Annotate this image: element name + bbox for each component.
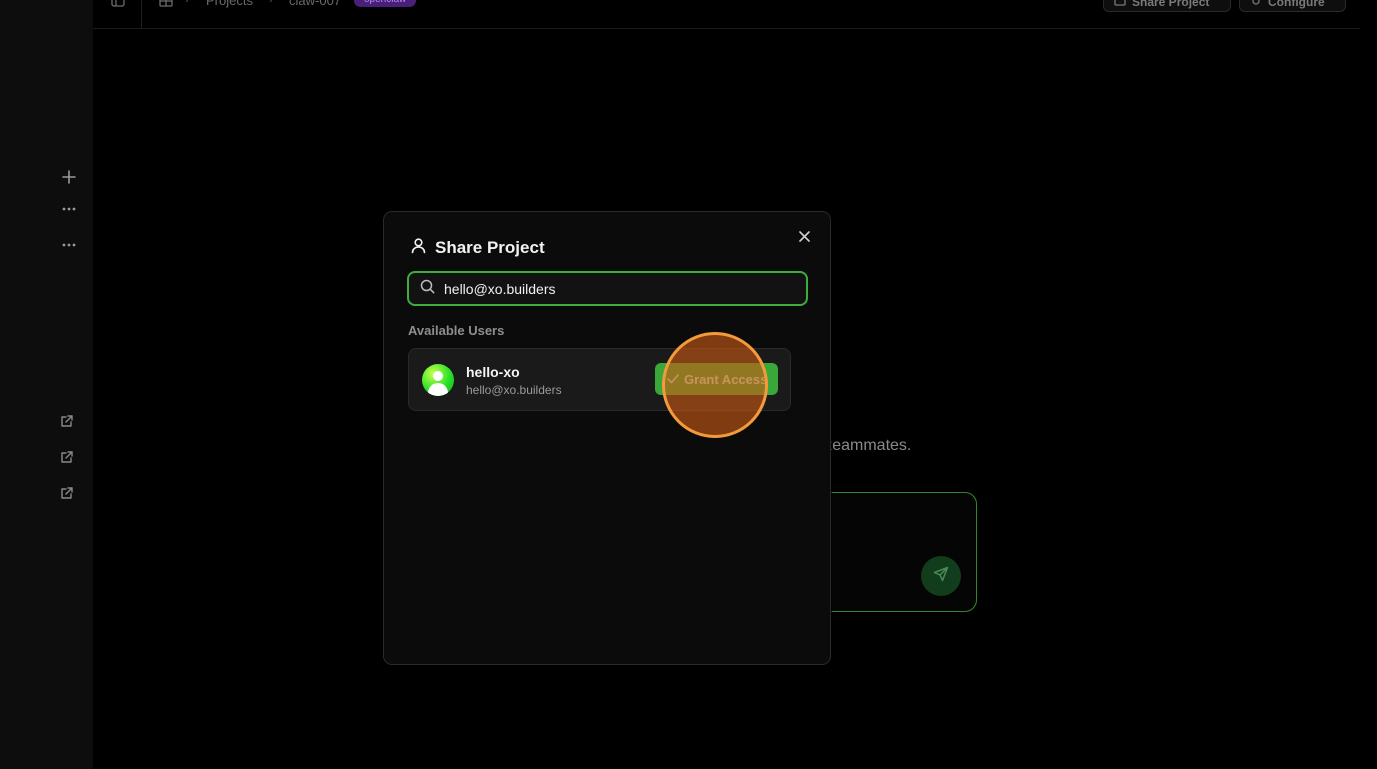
configure-button[interactable]: Configure	[1239, 0, 1346, 12]
user-search-input[interactable]	[444, 280, 806, 297]
send-button[interactable]	[921, 556, 961, 596]
more-horizontal-icon[interactable]	[56, 232, 82, 258]
more-horizontal-icon[interactable]	[56, 196, 82, 222]
share-project-button[interactable]: Share Project	[1103, 0, 1231, 12]
topbar-divider	[141, 0, 142, 29]
user-email: hello@xo.builders	[466, 383, 562, 397]
share-project-label: Share Project	[1132, 0, 1210, 9]
close-icon	[798, 229, 810, 247]
dialog-header: Share Project	[410, 237, 545, 259]
user-search-field[interactable]	[407, 271, 808, 306]
breadcrumb-project[interactable]: claw-007	[289, 0, 341, 8]
empty-state-text: r teammates.	[818, 437, 912, 454]
check-icon	[667, 372, 679, 387]
user-icon	[410, 237, 427, 259]
chevron-right-icon: ›	[185, 0, 189, 6]
avatar	[422, 364, 454, 396]
gear-icon	[1250, 0, 1262, 9]
dialog-title: Share Project	[435, 238, 545, 257]
chevron-right-icon: ›	[269, 0, 273, 6]
grid-icon	[159, 0, 173, 12]
user-list-item: hello-xo hello@xo.builders Grant Access	[408, 348, 791, 411]
top-bar: › Projects › claw-007 openclaw Share Pro…	[93, 0, 1360, 29]
project-badge: openclaw	[354, 0, 417, 7]
external-link-icon[interactable]	[54, 408, 80, 434]
share-project-dialog: Share Project Available Users hello-xo h…	[383, 211, 831, 665]
breadcrumb-projects[interactable]: Projects	[206, 0, 253, 8]
configure-label: Configure	[1268, 0, 1325, 9]
sidebar-toggle-icon[interactable]	[111, 0, 125, 12]
grant-access-label: Grant Access	[684, 371, 768, 387]
external-link-icon[interactable]	[54, 480, 80, 506]
close-button[interactable]	[794, 228, 814, 248]
plus-icon[interactable]	[56, 164, 82, 190]
available-users-label: Available Users	[408, 323, 505, 338]
user-name: hello-xo	[466, 364, 520, 380]
left-rail	[0, 0, 93, 769]
search-icon	[420, 279, 435, 299]
send-icon	[933, 566, 949, 587]
external-link-icon[interactable]	[54, 444, 80, 470]
share-icon	[1114, 0, 1126, 9]
grant-access-button[interactable]: Grant Access	[655, 363, 778, 395]
